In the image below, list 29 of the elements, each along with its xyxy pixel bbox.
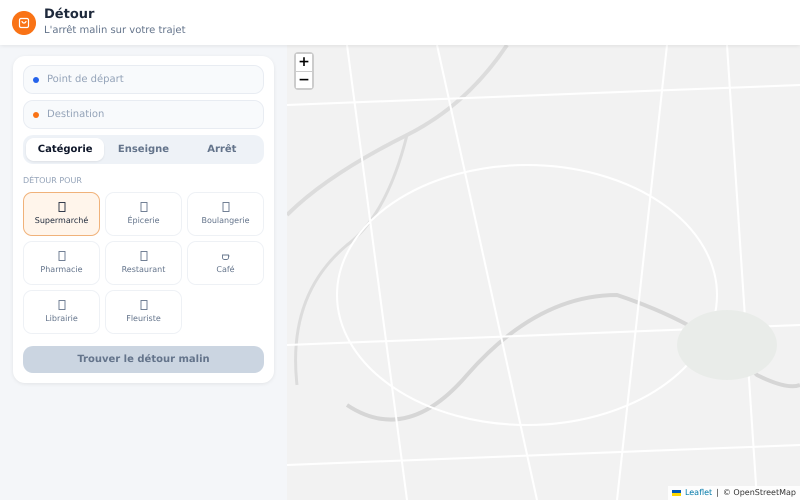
category-option[interactable]: Pharmacie [23, 241, 100, 285]
category-option[interactable]: Épicerie [105, 192, 182, 236]
glyph-box-icon [140, 202, 148, 212]
glyph-box-icon [58, 202, 66, 212]
app-title: Détour [44, 7, 96, 23]
text-field[interactable]: Destination [23, 100, 264, 129]
tab[interactable]: Enseigne [104, 138, 183, 161]
category-option[interactable]: Librairie [23, 290, 100, 334]
tab[interactable]: Arrêt [182, 138, 261, 161]
tab[interactable]: Catégorie [26, 138, 104, 161]
bag-logo-icon [12, 10, 36, 34]
attribution-text: © OpenStreetMap [722, 487, 796, 499]
zoom-out-button[interactable]: − [296, 71, 312, 88]
glyph-box-icon [222, 202, 230, 212]
section-label: DÉTOUR POUR [23, 175, 83, 187]
category-option[interactable]: Restaurant [105, 241, 182, 285]
glyph-box-icon [140, 250, 148, 260]
flag-icon [672, 490, 681, 496]
category-option[interactable]: Fleuriste [105, 290, 182, 334]
glyph-box-icon [140, 300, 148, 310]
category-option[interactable]: Supermarché [23, 192, 100, 236]
attribution-separator: | [716, 487, 719, 499]
app-subtitle: L'arrêt malin sur votre trajet [44, 24, 186, 38]
text-field[interactable]: Point de départ [23, 65, 264, 94]
glyph-box-icon [58, 300, 66, 310]
category-option[interactable]: Boulangerie [187, 192, 264, 236]
leaflet-link[interactable]: Leaflet [684, 487, 712, 499]
glyph-box-icon [58, 250, 66, 260]
category-option[interactable]: Café [187, 241, 264, 285]
